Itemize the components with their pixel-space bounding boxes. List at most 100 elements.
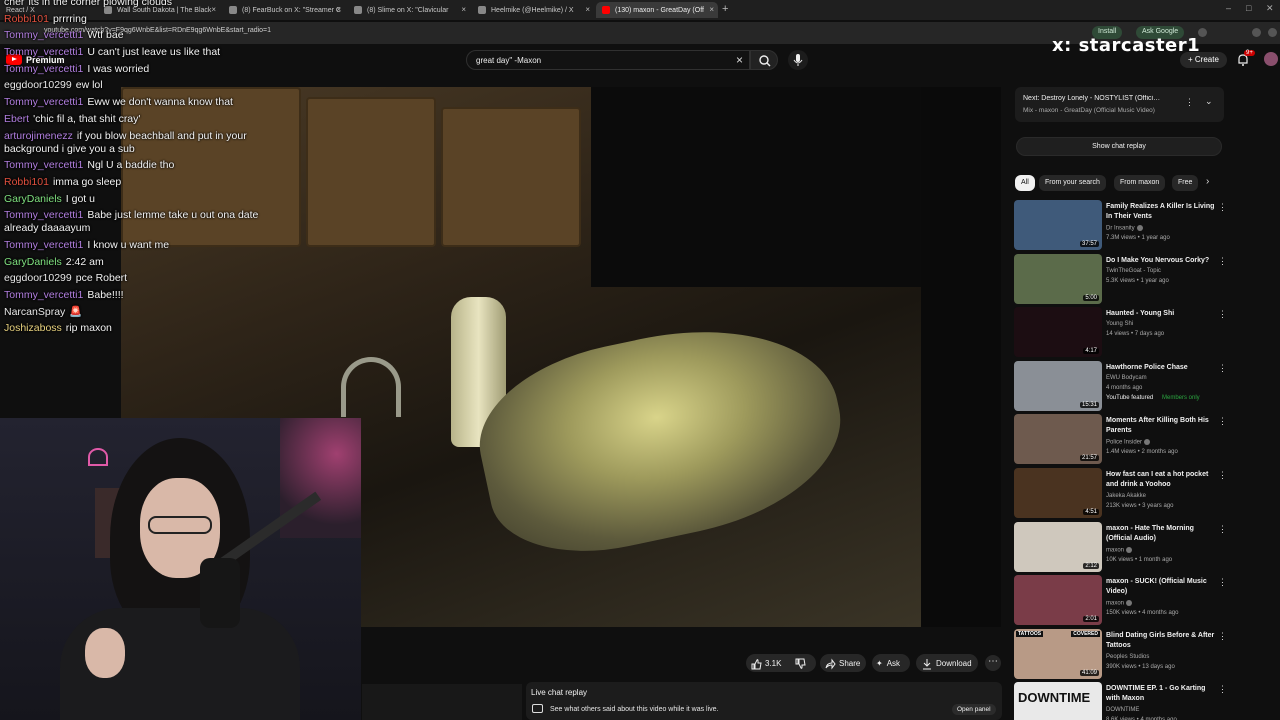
recommended-video[interactable]: 37:57 Family Realizes A Killer Is Living … <box>1014 200 1230 250</box>
recommended-video[interactable]: 21:57 Moments After Killing Both His Pare… <box>1014 414 1230 465</box>
video-menu-icon[interactable]: ⋮ <box>1218 577 1227 588</box>
dislike-button[interactable] <box>794 656 806 671</box>
account-avatar[interactable] <box>1264 52 1278 66</box>
chat-username[interactable]: NarcanSpray <box>4 306 65 318</box>
video-title[interactable]: maxon - SUCK! (Official Music Video) <box>1106 577 1218 597</box>
video-title[interactable]: Family Realizes A Killer Is Living In Th… <box>1106 202 1218 222</box>
channel-name[interactable]: Dr Insanity <box>1106 225 1143 232</box>
browser-tab-active[interactable]: (130) maxon - GreatDay (Off × <box>596 2 718 18</box>
chip-free[interactable]: Free <box>1172 175 1199 191</box>
voice-search-button[interactable] <box>788 50 808 70</box>
recommended-video[interactable]: 5:00 Do I Make You Nervous Corky? TwinTheG… <box>1014 253 1230 304</box>
chat-username[interactable]: Ebert <box>4 113 29 125</box>
channel-name[interactable]: TwinTheGoat - Topic <box>1106 268 1161 274</box>
video-thumbnail[interactable]: 4:17 <box>1014 307 1102 358</box>
chat-username[interactable]: Tommy_vercetti1 <box>4 63 83 75</box>
video-thumbnail[interactable]: 21:57 <box>1014 414 1102 465</box>
open-panel-button[interactable]: Open panel <box>952 704 996 715</box>
up-next-card[interactable]: Next: Destroy Lonely - NOSTYLIST (Offici… <box>1015 87 1224 122</box>
chat-username[interactable]: Tommy_vercetti1 <box>4 239 83 251</box>
chevron-down-icon[interactable]: ⌄ <box>1205 96 1213 107</box>
video-menu-icon[interactable]: ⋮ <box>1218 256 1227 267</box>
close-tab-icon[interactable]: × <box>336 5 341 14</box>
close-window-icon[interactable]: ✕ <box>1266 3 1274 14</box>
video-thumbnail[interactable]: 15:31 <box>1014 360 1102 411</box>
more-actions-icon[interactable]: ⋯ <box>985 655 1001 671</box>
chat-username[interactable]: Robbi101 <box>4 13 49 25</box>
clear-search-icon[interactable]: × <box>736 53 743 67</box>
video-thumbnail[interactable]: DOWNTIME <box>1014 682 1102 720</box>
search-button[interactable] <box>750 50 778 70</box>
video-title[interactable]: Haunted - Young Shi <box>1106 309 1218 319</box>
video-title[interactable]: maxon - Hate The Morning (Official Audio… <box>1106 524 1218 544</box>
recommended-video[interactable]: TATTOOS COVERED 41:09 Blind Dating Girls Be… <box>1014 628 1230 679</box>
recommended-video[interactable]: 4:51 How fast can I eat a hot pocket and … <box>1014 468 1230 518</box>
search-input[interactable]: great day" -Maxon × <box>466 50 750 70</box>
maximize-icon[interactable]: □ <box>1246 3 1251 13</box>
video-title[interactable]: Moments After Killing Both His Parents <box>1106 416 1218 436</box>
chat-username[interactable]: Tommy_vercetti1 <box>4 29 83 41</box>
video-menu-icon[interactable]: ⋮ <box>1218 470 1227 481</box>
recommended-video[interactable]: 2:01 maxon - SUCK! (Official Music Video)… <box>1014 575 1230 626</box>
chip-from-maxon[interactable]: From maxon <box>1114 175 1166 191</box>
video-title[interactable]: How fast can I eat a hot pocket and drin… <box>1106 470 1218 490</box>
video-menu-icon[interactable]: ⋮ <box>1218 631 1227 642</box>
minimize-icon[interactable]: – <box>1226 3 1231 13</box>
chat-username[interactable]: arturojimenezz <box>4 130 73 142</box>
new-tab-button[interactable]: + <box>722 3 728 15</box>
up-next-menu-icon[interactable]: ⋮ <box>1185 97 1194 108</box>
chat-username[interactable]: GaryDaniels <box>4 256 62 268</box>
browser-tab[interactable]: Heelmike (@Heelmike) / X × <box>472 2 594 18</box>
chat-username[interactable]: Tommy_vercetti1 <box>4 96 83 108</box>
video-thumbnail[interactable]: 5:00 <box>1014 253 1102 304</box>
recommended-video[interactable]: 4:17 Haunted - Young Shi Young Shi 14 views… <box>1014 307 1230 358</box>
extension-icon[interactable] <box>1252 28 1261 37</box>
video-thumbnail[interactable]: 2:12 <box>1014 521 1102 572</box>
chat-username[interactable]: Robbi101 <box>4 176 49 188</box>
channel-name[interactable]: Peoples Studios <box>1106 654 1149 660</box>
video-menu-icon[interactable]: ⋮ <box>1218 363 1227 374</box>
chat-username[interactable]: Tommy_vercetti1 <box>4 289 83 301</box>
channel-name[interactable]: maxon <box>1106 600 1133 607</box>
show-chat-replay-button[interactable]: Show chat replay <box>1016 137 1222 156</box>
close-tab-icon[interactable]: × <box>461 5 466 14</box>
chat-username[interactable]: Tommy_vercetti1 <box>4 46 83 58</box>
chevron-right-icon[interactable]: › <box>1206 176 1209 187</box>
channel-name[interactable]: EWU Bodycam <box>1106 375 1147 381</box>
chat-username[interactable]: Tommy_vercetti1 <box>4 159 83 171</box>
channel-name[interactable]: Jakeka Akakke <box>1106 493 1146 499</box>
video-menu-icon[interactable]: ⋮ <box>1218 684 1227 695</box>
recommended-video[interactable]: 2:12 maxon - Hate The Morning (Official A… <box>1014 521 1230 572</box>
like-button[interactable]: 3.1K <box>750 656 781 671</box>
channel-name[interactable]: Police Insider <box>1106 439 1151 446</box>
chat-username[interactable]: eggdoor10299 <box>4 79 72 91</box>
close-tab-icon[interactable]: × <box>585 5 590 14</box>
video-menu-icon[interactable]: ⋮ <box>1218 416 1227 427</box>
video-title[interactable]: Hawthorne Police Chase <box>1106 363 1218 373</box>
chip-all[interactable]: All <box>1015 175 1035 191</box>
video-title[interactable]: Blind Dating Girls Before & After Tattoo… <box>1106 631 1218 651</box>
browser-tab[interactable]: (8) Slime on X: "Clavicular × <box>348 2 470 18</box>
recommended-video[interactable]: DOWNTIME DOWNTIME EP. 1 - Go Karting with… <box>1014 682 1230 720</box>
channel-name[interactable]: DOWNTIME <box>1106 707 1139 713</box>
channel-name[interactable]: maxon <box>1106 546 1133 553</box>
share-button[interactable]: Share <box>824 656 860 671</box>
chat-username[interactable]: Joshizaboss <box>4 322 62 334</box>
create-button[interactable]: + Create <box>1180 52 1227 68</box>
chat-username[interactable]: Tommy_vercetti1 <box>4 209 83 221</box>
channel-name[interactable]: Young Shi <box>1106 321 1133 327</box>
video-thumbnail[interactable]: TATTOOS COVERED 41:09 <box>1014 628 1102 679</box>
chat-username[interactable]: cher <box>4 0 24 8</box>
chat-username[interactable]: GaryDaniels <box>4 193 62 205</box>
video-menu-icon[interactable]: ⋮ <box>1218 524 1227 535</box>
close-tab-icon[interactable]: × <box>709 5 714 14</box>
video-menu-icon[interactable]: ⋮ <box>1218 202 1227 213</box>
video-thumbnail[interactable]: 37:57 <box>1014 200 1102 250</box>
video-thumbnail[interactable]: 4:51 <box>1014 468 1102 518</box>
profile-icon[interactable] <box>1268 28 1277 37</box>
chat-username[interactable]: eggdoor10299 <box>4 272 72 284</box>
video-menu-icon[interactable]: ⋮ <box>1218 309 1227 320</box>
ask-button[interactable]: ✦ Ask <box>876 656 900 671</box>
recommended-video[interactable]: 15:31 Hawthorne Police Chase EWU Bodycam 4 … <box>1014 360 1230 411</box>
download-button[interactable]: Download <box>922 656 972 671</box>
